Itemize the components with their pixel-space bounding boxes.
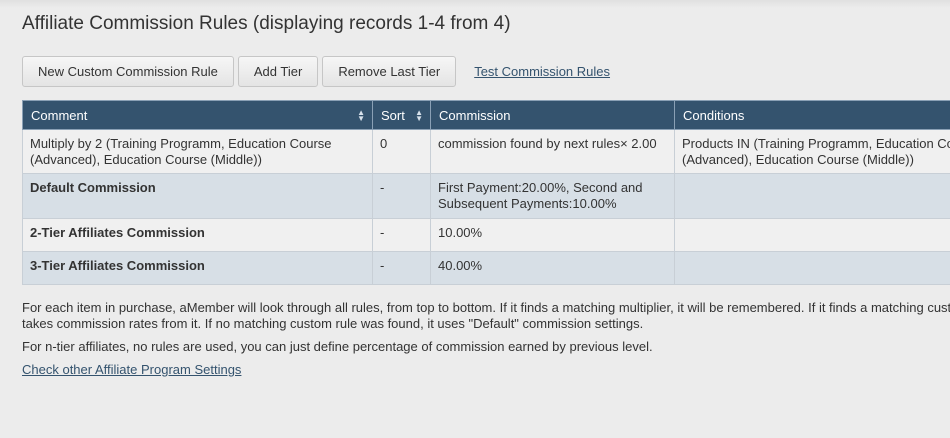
affiliate-settings-link[interactable]: Check other Affiliate Program Settings	[22, 362, 241, 377]
cell-sort: -	[372, 173, 431, 219]
sort-arrows-icon[interactable]: ▲ ▼	[415, 109, 423, 123]
column-header-label: Conditions	[683, 107, 745, 123]
new-custom-commission-rule-button[interactable]: New Custom Commission Rule	[22, 56, 234, 87]
column-header-label: Sort	[381, 107, 405, 123]
cell-commission: First Payment:20.00%, Second and Subsequ…	[430, 173, 675, 219]
column-header-commission: Commission	[430, 100, 675, 130]
rules-explanation-text: For each item in purchase, aMember will …	[22, 300, 950, 331]
cell-sort: -	[372, 218, 431, 252]
column-header-label: Comment	[31, 107, 88, 123]
remove-last-tier-button[interactable]: Remove Last Tier	[322, 56, 457, 87]
page-title: Affiliate Commission Rules (displaying r…	[22, 13, 511, 34]
cell-comment: Multiply by 2 (Training Programm, Educat…	[22, 129, 373, 174]
column-header-sort[interactable]: Sort ▲ ▼	[372, 100, 431, 130]
cell-commission: 10.00%	[430, 218, 675, 252]
cell-comment: 3-Tier Affiliates Commission	[22, 251, 373, 285]
cell-commission: commission found by next rules× 2.00	[430, 129, 675, 174]
table-row[interactable]: 3-Tier Affiliates Commission - 40.00%	[22, 251, 950, 285]
cell-commission: 40.00%	[430, 251, 675, 285]
column-header-comment[interactable]: Comment ▲ ▼	[22, 100, 373, 130]
cell-comment: Default Commission	[22, 173, 373, 219]
commission-rules-grid: Comment ▲ ▼ Sort ▲ ▼ Commission Conditions	[22, 100, 950, 285]
cell-conditions	[674, 251, 950, 285]
cell-conditions: Products IN (Training Programm, Educatio…	[674, 129, 950, 174]
test-commission-rules-link[interactable]: Test Commission Rules	[474, 64, 610, 79]
toolbar: New Custom Commission Rule Add Tier Remo…	[22, 56, 610, 87]
cell-conditions	[674, 218, 950, 252]
add-tier-button[interactable]: Add Tier	[237, 56, 319, 87]
cell-sort: 0	[372, 129, 431, 174]
table-row[interactable]: Multiply by 2 (Training Programm, Educat…	[22, 129, 950, 174]
help-notes: For each item in purchase, aMember will …	[22, 300, 950, 378]
cell-comment: 2-Tier Affiliates Commission	[22, 218, 373, 252]
table-row[interactable]: Default Commission - First Payment:20.00…	[22, 173, 950, 219]
tier-explanation-text: For n-tier affiliates, no rules are used…	[22, 339, 653, 354]
grid-header-row: Comment ▲ ▼ Sort ▲ ▼ Commission Conditions	[22, 100, 950, 130]
page: Affiliate Commission Rules (displaying r…	[0, 0, 950, 438]
top-shade	[0, 0, 950, 8]
table-row[interactable]: 2-Tier Affiliates Commission - 10.00%	[22, 218, 950, 252]
cell-conditions	[674, 173, 950, 219]
column-header-label: Commission	[439, 107, 511, 123]
sort-arrows-icon[interactable]: ▲ ▼	[357, 109, 365, 123]
column-header-conditions: Conditions	[674, 100, 950, 130]
cell-sort: -	[372, 251, 431, 285]
